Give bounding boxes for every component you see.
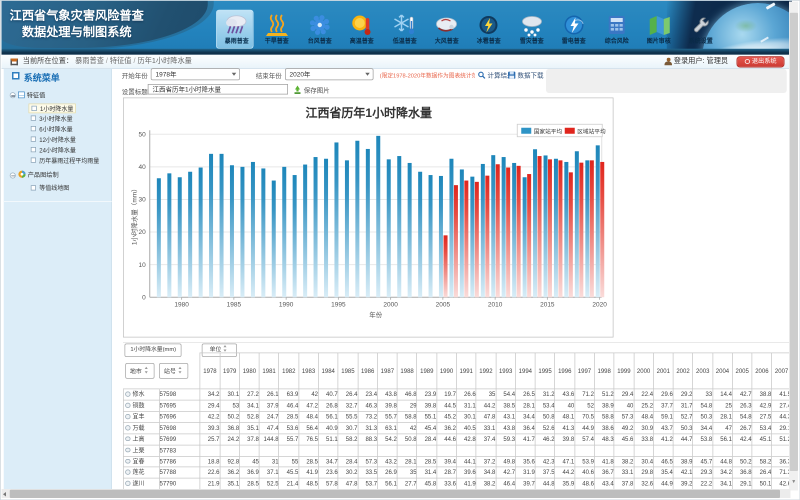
svg-text:1小时降水量（mm）: 1小时降水量（mm） [129,186,138,246]
svg-text:1990: 1990 [279,302,294,309]
svg-text:江西省历年1小时降水量: 江西省历年1小时降水量 [305,105,432,120]
svg-text:0: 0 [142,295,146,302]
svg-text:2000: 2000 [383,302,398,309]
svg-text:30: 30 [138,197,146,204]
svg-text:1995: 1995 [331,302,346,309]
svg-text:50: 50 [138,132,146,139]
svg-text:年份: 年份 [369,310,382,319]
svg-text:10: 10 [138,262,146,269]
svg-text:国家站平均: 国家站平均 [533,128,562,136]
svg-text:40: 40 [138,164,146,171]
svg-text:2020: 2020 [592,302,607,309]
svg-text:1985: 1985 [226,302,241,309]
svg-text:2005: 2005 [435,302,450,309]
svg-text:区域站平均: 区域站平均 [577,128,606,136]
svg-text:1980: 1980 [174,302,189,309]
svg-text:20: 20 [138,229,146,236]
svg-text:2015: 2015 [540,302,555,309]
svg-text:2010: 2010 [488,302,503,309]
